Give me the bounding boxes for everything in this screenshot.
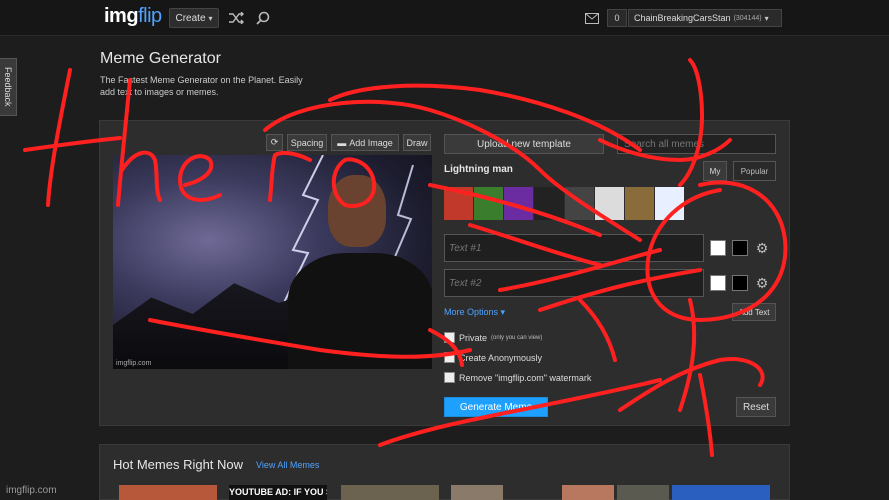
draw-label: Draw xyxy=(406,137,428,148)
search-icon[interactable] xyxy=(253,8,273,28)
feedback-label: Feedback xyxy=(3,67,13,107)
template-thumbnail[interactable] xyxy=(564,187,594,220)
private-hint: (only you can view) xyxy=(491,334,543,341)
text-box-2: ⚙ xyxy=(444,269,776,297)
anonymous-checkbox[interactable] xyxy=(444,352,455,363)
head xyxy=(328,175,386,247)
upload-template-button[interactable]: Upload new template xyxy=(444,134,604,154)
remove-watermark-label: Remove "imgflip.com" watermark xyxy=(459,372,592,383)
notification-count[interactable]: 0 xyxy=(607,9,627,27)
template-thumbnails xyxy=(444,187,684,220)
add-image-button[interactable]: ▬ Add Image xyxy=(331,134,399,151)
body xyxy=(288,253,432,369)
reset-button[interactable]: Reset xyxy=(736,397,776,417)
private-label: Private xyxy=(459,332,488,343)
hot-meme-thumbnail[interactable] xyxy=(672,485,770,500)
username: ChainBreakingCarsStan xyxy=(634,13,731,23)
chevron-down-icon: ▾ xyxy=(500,307,506,317)
template-thumbnail[interactable] xyxy=(444,187,474,220)
top-navbar: imgflip Create ▾ 0 ChainBreakingCarsStan… xyxy=(0,0,889,36)
template-thumbnail[interactable] xyxy=(474,187,504,220)
footer-watermark: imgflip.com xyxy=(6,485,57,496)
template-name: Lightning man xyxy=(444,164,513,175)
hot-meme-thumbnail[interactable] xyxy=(341,485,439,500)
text-color-swatch[interactable] xyxy=(732,275,748,291)
my-tab[interactable]: My xyxy=(703,161,727,181)
draw-button[interactable]: Draw xyxy=(403,134,431,151)
template-thumbnail[interactable] xyxy=(654,187,684,220)
more-options-link[interactable]: More Options ▾ xyxy=(444,307,505,318)
text-color-swatch[interactable] xyxy=(732,240,748,256)
template-thumbnail[interactable] xyxy=(594,187,624,220)
private-checkbox[interactable] xyxy=(444,332,455,343)
logo-flip: flip xyxy=(138,5,162,27)
chevron-down-icon: ▾ xyxy=(208,13,213,23)
spacing-button[interactable]: Spacing xyxy=(287,134,327,151)
remove-watermark-checkbox[interactable] xyxy=(444,372,455,383)
hot-meme-thumbnail[interactable] xyxy=(119,485,217,500)
template-thumbnail[interactable] xyxy=(534,187,564,220)
more-options-label: More Options xyxy=(444,307,499,317)
template-thumbnail[interactable] xyxy=(624,187,654,220)
popular-tab[interactable]: Popular xyxy=(733,161,776,181)
rotate-icon: ⟳ xyxy=(270,137,279,147)
anonymous-label: Create Anonymously xyxy=(459,352,543,363)
gear-icon[interactable]: ⚙ xyxy=(753,274,771,292)
meme-preview-canvas[interactable]: imgflip.com xyxy=(113,155,432,369)
template-thumbnail[interactable] xyxy=(504,187,534,220)
text-input-1[interactable] xyxy=(444,234,704,262)
gear-icon[interactable]: ⚙ xyxy=(753,239,771,257)
hot-meme-thumbnail[interactable] xyxy=(451,485,503,500)
generate-meme-button[interactable]: Generate Meme xyxy=(444,397,548,417)
anonymous-option[interactable]: Create Anonymously xyxy=(444,352,542,363)
remove-watermark-option[interactable]: Remove "imgflip.com" watermark xyxy=(444,372,591,383)
private-option[interactable]: Private (only you can view) xyxy=(444,332,542,343)
hot-meme-thumbnail[interactable] xyxy=(617,485,669,500)
spacing-label: Spacing xyxy=(290,137,324,148)
outline-color-swatch[interactable] xyxy=(710,240,726,256)
search-memes-input[interactable] xyxy=(617,134,776,154)
outline-color-swatch[interactable] xyxy=(710,275,726,291)
add-image-label: Add Image xyxy=(349,137,393,148)
create-button[interactable]: Create ▾ xyxy=(169,8,219,28)
rotate-button[interactable]: ⟳ xyxy=(266,134,283,151)
mail-icon[interactable] xyxy=(582,8,602,28)
preview-watermark: imgflip.com xyxy=(116,360,152,367)
chevron-down-icon: ▾ xyxy=(764,13,769,23)
page-subtitle: The Fastest Meme Generator on the Planet… xyxy=(100,75,303,97)
feedback-tab[interactable]: Feedback xyxy=(0,58,17,116)
image-icon: ▬ xyxy=(337,137,347,148)
logo-img: img xyxy=(104,5,139,27)
page-title: Meme Generator xyxy=(100,50,221,67)
shuffle-icon[interactable] xyxy=(226,8,246,28)
view-all-memes-link[interactable]: View All Memes xyxy=(256,460,319,470)
user-menu[interactable]: ChainBreakingCarsStan (304144) ▾ xyxy=(628,9,782,27)
hot-memes-title: Hot Memes Right Now xyxy=(113,457,244,472)
imgflip-logo[interactable]: imgflip xyxy=(104,5,162,28)
hot-meme-thumbnail[interactable] xyxy=(562,485,614,500)
text-input-2[interactable] xyxy=(444,269,704,297)
user-points: (304144) xyxy=(733,14,762,22)
create-label: Create xyxy=(175,12,206,24)
lightning-man xyxy=(288,175,432,369)
hot-meme-caption: YOUTUBE AD: IF YOU SKIP xyxy=(229,487,327,497)
text-box-1: ⚙ xyxy=(444,234,776,262)
add-text-button[interactable]: Add Text xyxy=(732,303,776,321)
